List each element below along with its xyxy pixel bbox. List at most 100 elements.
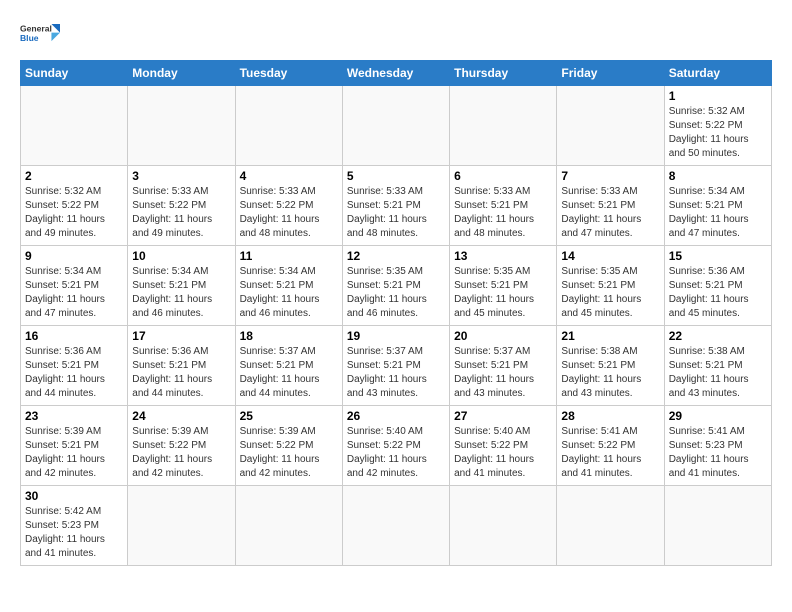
day-number: 8: [669, 169, 767, 183]
calendar-day-cell: [235, 486, 342, 566]
calendar-day-cell: 18 Sunrise: 5:37 AMSunset: 5:21 PMDayligh…: [235, 326, 342, 406]
calendar-day-cell: [342, 486, 449, 566]
day-sun-info: Sunrise: 5:39 AMSunset: 5:22 PMDaylight:…: [132, 425, 230, 481]
calendar-day-cell: 16 Sunrise: 5:36 AMSunset: 5:21 PMDayligh…: [21, 326, 128, 406]
calendar-day-cell: 17Sunrise: 5:36 AMSunset: 5:21 PMDayligh…: [128, 326, 235, 406]
generalblue-logo-icon: General Blue: [20, 20, 60, 48]
day-sun-info: Sunrise: 5:35 AMSunset: 5:21 PMDaylight:…: [561, 265, 659, 321]
day-sun-info: Sunrise: 5:41 AMSunset: 5:23 PMDaylight:…: [669, 425, 767, 481]
day-number: 6: [454, 169, 552, 183]
day-sun-info: Sunrise: 5:35 AMSunset: 5:21 PMDaylight:…: [454, 265, 552, 321]
day-sun-info: Sunrise: 5:37 AMSunset: 5:21 PMDaylight:…: [347, 345, 445, 401]
day-sun-info: Sunrise: 5:33 AMSunset: 5:21 PMDaylight:…: [561, 185, 659, 241]
day-number: 19: [347, 329, 445, 343]
calendar-week-row: 9 Sunrise: 5:34 AMSunset: 5:21 PMDaylight…: [21, 246, 772, 326]
calendar-day-cell: 1Sunrise: 5:32 AMSunset: 5:22 PMDaylight…: [664, 86, 771, 166]
day-number: 12: [347, 249, 445, 263]
day-number: 5: [347, 169, 445, 183]
page-header: General Blue: [20, 20, 772, 50]
weekday-header-monday: Monday: [128, 61, 235, 86]
calendar-week-row: 30Sunrise: 5:42 AMSunset: 5:23 PMDayligh…: [21, 486, 772, 566]
calendar-day-cell: 27Sunrise: 5:40 AMSunset: 5:22 PMDayligh…: [450, 406, 557, 486]
day-sun-info: Sunrise: 5:34 AMSunset: 5:21 PMDaylight:…: [669, 185, 767, 241]
day-sun-info: Sunrise: 5:39 AMSunset: 5:22 PMDaylight:…: [240, 425, 338, 481]
calendar-week-row: 16 Sunrise: 5:36 AMSunset: 5:21 PMDayligh…: [21, 326, 772, 406]
calendar-day-cell: 6 Sunrise: 5:33 AMSunset: 5:21 PMDaylight…: [450, 166, 557, 246]
calendar-day-cell: 5 Sunrise: 5:33 AMSunset: 5:21 PMDaylight…: [342, 166, 449, 246]
day-sun-info: Sunrise: 5:40 AMSunset: 5:22 PMDaylight:…: [347, 425, 445, 481]
day-sun-info: Sunrise: 5:32 AMSunset: 5:22 PMDaylight:…: [669, 105, 767, 161]
calendar-day-cell: 8 Sunrise: 5:34 AMSunset: 5:21 PMDaylight…: [664, 166, 771, 246]
calendar-day-cell: 29 Sunrise: 5:41 AMSunset: 5:23 PMDayligh…: [664, 406, 771, 486]
calendar-day-cell: 15 Sunrise: 5:36 AMSunset: 5:21 PMDayligh…: [664, 246, 771, 326]
calendar-week-row: 1Sunrise: 5:32 AMSunset: 5:22 PMDaylight…: [21, 86, 772, 166]
calendar-day-cell: 19 Sunrise: 5:37 AMSunset: 5:21 PMDayligh…: [342, 326, 449, 406]
day-number: 21: [561, 329, 659, 343]
day-number: 14: [561, 249, 659, 263]
calendar-day-cell: 7 Sunrise: 5:33 AMSunset: 5:21 PMDaylight…: [557, 166, 664, 246]
day-number: 23: [25, 409, 123, 423]
day-sun-info: Sunrise: 5:39 AMSunset: 5:21 PMDaylight:…: [25, 425, 123, 481]
calendar-day-cell: 22 Sunrise: 5:38 AMSunset: 5:21 PMDayligh…: [664, 326, 771, 406]
day-number: 20: [454, 329, 552, 343]
calendar-day-cell: [664, 486, 771, 566]
day-number: 16: [25, 329, 123, 343]
day-sun-info: Sunrise: 5:37 AMSunset: 5:21 PMDaylight:…: [240, 345, 338, 401]
calendar-day-cell: [128, 486, 235, 566]
calendar-table: SundayMondayTuesdayWednesdayThursdayFrid…: [20, 60, 772, 566]
weekday-header-friday: Friday: [557, 61, 664, 86]
weekday-header-sunday: Sunday: [21, 61, 128, 86]
calendar-day-cell: 26Sunrise: 5:40 AMSunset: 5:22 PMDayligh…: [342, 406, 449, 486]
day-sun-info: Sunrise: 5:34 AMSunset: 5:21 PMDaylight:…: [240, 265, 338, 321]
calendar-day-cell: 10 Sunrise: 5:34 AMSunset: 5:21 PMDayligh…: [128, 246, 235, 326]
calendar-day-cell: 4 Sunrise: 5:33 AMSunset: 5:22 PMDaylight…: [235, 166, 342, 246]
day-sun-info: Sunrise: 5:34 AMSunset: 5:21 PMDaylight:…: [132, 265, 230, 321]
calendar-body: 1Sunrise: 5:32 AMSunset: 5:22 PMDaylight…: [21, 86, 772, 566]
day-number: 4: [240, 169, 338, 183]
day-sun-info: Sunrise: 5:33 AMSunset: 5:21 PMDaylight:…: [454, 185, 552, 241]
day-number: 10: [132, 249, 230, 263]
calendar-day-cell: [342, 86, 449, 166]
calendar-day-cell: 11 Sunrise: 5:34 AMSunset: 5:21 PMDayligh…: [235, 246, 342, 326]
calendar-day-cell: 28 Sunrise: 5:41 AMSunset: 5:22 PMDayligh…: [557, 406, 664, 486]
logo-area: General Blue: [20, 20, 60, 50]
day-sun-info: Sunrise: 5:36 AMSunset: 5:21 PMDaylight:…: [25, 345, 123, 401]
calendar-day-cell: 14 Sunrise: 5:35 AMSunset: 5:21 PMDayligh…: [557, 246, 664, 326]
calendar-day-cell: 9 Sunrise: 5:34 AMSunset: 5:21 PMDaylight…: [21, 246, 128, 326]
day-sun-info: Sunrise: 5:38 AMSunset: 5:21 PMDaylight:…: [669, 345, 767, 401]
calendar-day-cell: [21, 86, 128, 166]
day-sun-info: Sunrise: 5:38 AMSunset: 5:21 PMDaylight:…: [561, 345, 659, 401]
day-sun-info: Sunrise: 5:32 AMSunset: 5:22 PMDaylight:…: [25, 185, 123, 241]
day-sun-info: Sunrise: 5:37 AMSunset: 5:21 PMDaylight:…: [454, 345, 552, 401]
day-number: 7: [561, 169, 659, 183]
day-number: 11: [240, 249, 338, 263]
day-sun-info: Sunrise: 5:42 AMSunset: 5:23 PMDaylight:…: [25, 505, 123, 561]
weekday-header-wednesday: Wednesday: [342, 61, 449, 86]
calendar-day-cell: [235, 86, 342, 166]
day-number: 2: [25, 169, 123, 183]
day-sun-info: Sunrise: 5:33 AMSunset: 5:22 PMDaylight:…: [240, 185, 338, 241]
day-number: 15: [669, 249, 767, 263]
calendar-day-cell: [557, 486, 664, 566]
day-number: 3: [132, 169, 230, 183]
day-number: 29: [669, 409, 767, 423]
calendar-day-cell: 12Sunrise: 5:35 AMSunset: 5:21 PMDayligh…: [342, 246, 449, 326]
day-number: 25: [240, 409, 338, 423]
day-sun-info: Sunrise: 5:41 AMSunset: 5:22 PMDaylight:…: [561, 425, 659, 481]
weekday-header-row: SundayMondayTuesdayWednesdayThursdayFrid…: [21, 61, 772, 86]
day-number: 22: [669, 329, 767, 343]
day-number: 18: [240, 329, 338, 343]
day-sun-info: Sunrise: 5:33 AMSunset: 5:21 PMDaylight:…: [347, 185, 445, 241]
day-number: 28: [561, 409, 659, 423]
day-number: 9: [25, 249, 123, 263]
day-sun-info: Sunrise: 5:33 AMSunset: 5:22 PMDaylight:…: [132, 185, 230, 241]
svg-text:Blue: Blue: [20, 33, 39, 43]
weekday-header-thursday: Thursday: [450, 61, 557, 86]
day-sun-info: Sunrise: 5:36 AMSunset: 5:21 PMDaylight:…: [669, 265, 767, 321]
calendar-day-cell: 23 Sunrise: 5:39 AMSunset: 5:21 PMDayligh…: [21, 406, 128, 486]
calendar-week-row: 23 Sunrise: 5:39 AMSunset: 5:21 PMDayligh…: [21, 406, 772, 486]
calendar-day-cell: 20 Sunrise: 5:37 AMSunset: 5:21 PMDayligh…: [450, 326, 557, 406]
day-sun-info: Sunrise: 5:34 AMSunset: 5:21 PMDaylight:…: [25, 265, 123, 321]
day-sun-info: Sunrise: 5:40 AMSunset: 5:22 PMDaylight:…: [454, 425, 552, 481]
calendar-day-cell: 21 Sunrise: 5:38 AMSunset: 5:21 PMDayligh…: [557, 326, 664, 406]
